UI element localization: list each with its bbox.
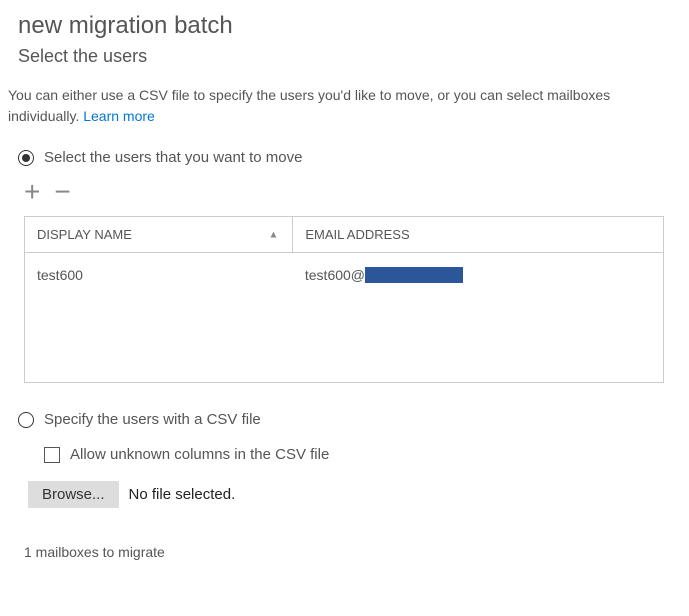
page-title: new migration batch: [18, 12, 681, 40]
intro-text: You can either use a CSV file to specify…: [8, 85, 681, 127]
browse-button[interactable]: Browse...: [28, 481, 119, 508]
cell-email: test600@: [293, 253, 664, 383]
cell-display-name: test600: [25, 253, 293, 383]
redacted-block: [365, 267, 463, 283]
page-subtitle: Select the users: [18, 46, 681, 67]
checkbox-allow-unknown-label: Allow unknown columns in the CSV file: [70, 446, 329, 463]
radio-csv-label: Specify the users with a CSV file: [44, 411, 261, 428]
radio-select-users-label: Select the users that you want to move: [44, 149, 302, 166]
col-name-label: DISPLAY NAME: [37, 227, 132, 242]
radio-csv[interactable]: Specify the users with a CSV file: [18, 411, 681, 428]
radio-select-users-control[interactable]: [18, 150, 34, 166]
browse-row: Browse... No file selected.: [28, 481, 681, 508]
col-email-label: EMAIL ADDRESS: [305, 227, 409, 242]
add-icon[interactable]: +: [24, 178, 40, 206]
cell-email-prefix: test600@: [305, 267, 365, 283]
column-header-email[interactable]: EMAIL ADDRESS: [293, 217, 664, 253]
radio-select-users[interactable]: Select the users that you want to move: [18, 149, 681, 166]
sort-asc-icon: ▲: [268, 229, 278, 240]
learn-more-link[interactable]: Learn more: [83, 108, 155, 124]
table-row[interactable]: test600 test600@: [25, 253, 664, 383]
user-toolbar: + −: [24, 178, 681, 206]
radio-csv-control[interactable]: [18, 412, 34, 428]
users-table: DISPLAY NAME ▲ EMAIL ADDRESS test600 tes…: [24, 216, 664, 383]
checkbox-allow-unknown[interactable]: Allow unknown columns in the CSV file: [44, 446, 681, 463]
checkbox-control[interactable]: [44, 447, 60, 463]
column-header-display-name[interactable]: DISPLAY NAME ▲: [25, 217, 293, 253]
summary-line: 1 mailboxes to migrate: [24, 544, 681, 560]
remove-icon[interactable]: −: [54, 178, 70, 206]
file-selected-status: No file selected.: [129, 486, 236, 503]
dot-icon: [22, 154, 30, 162]
